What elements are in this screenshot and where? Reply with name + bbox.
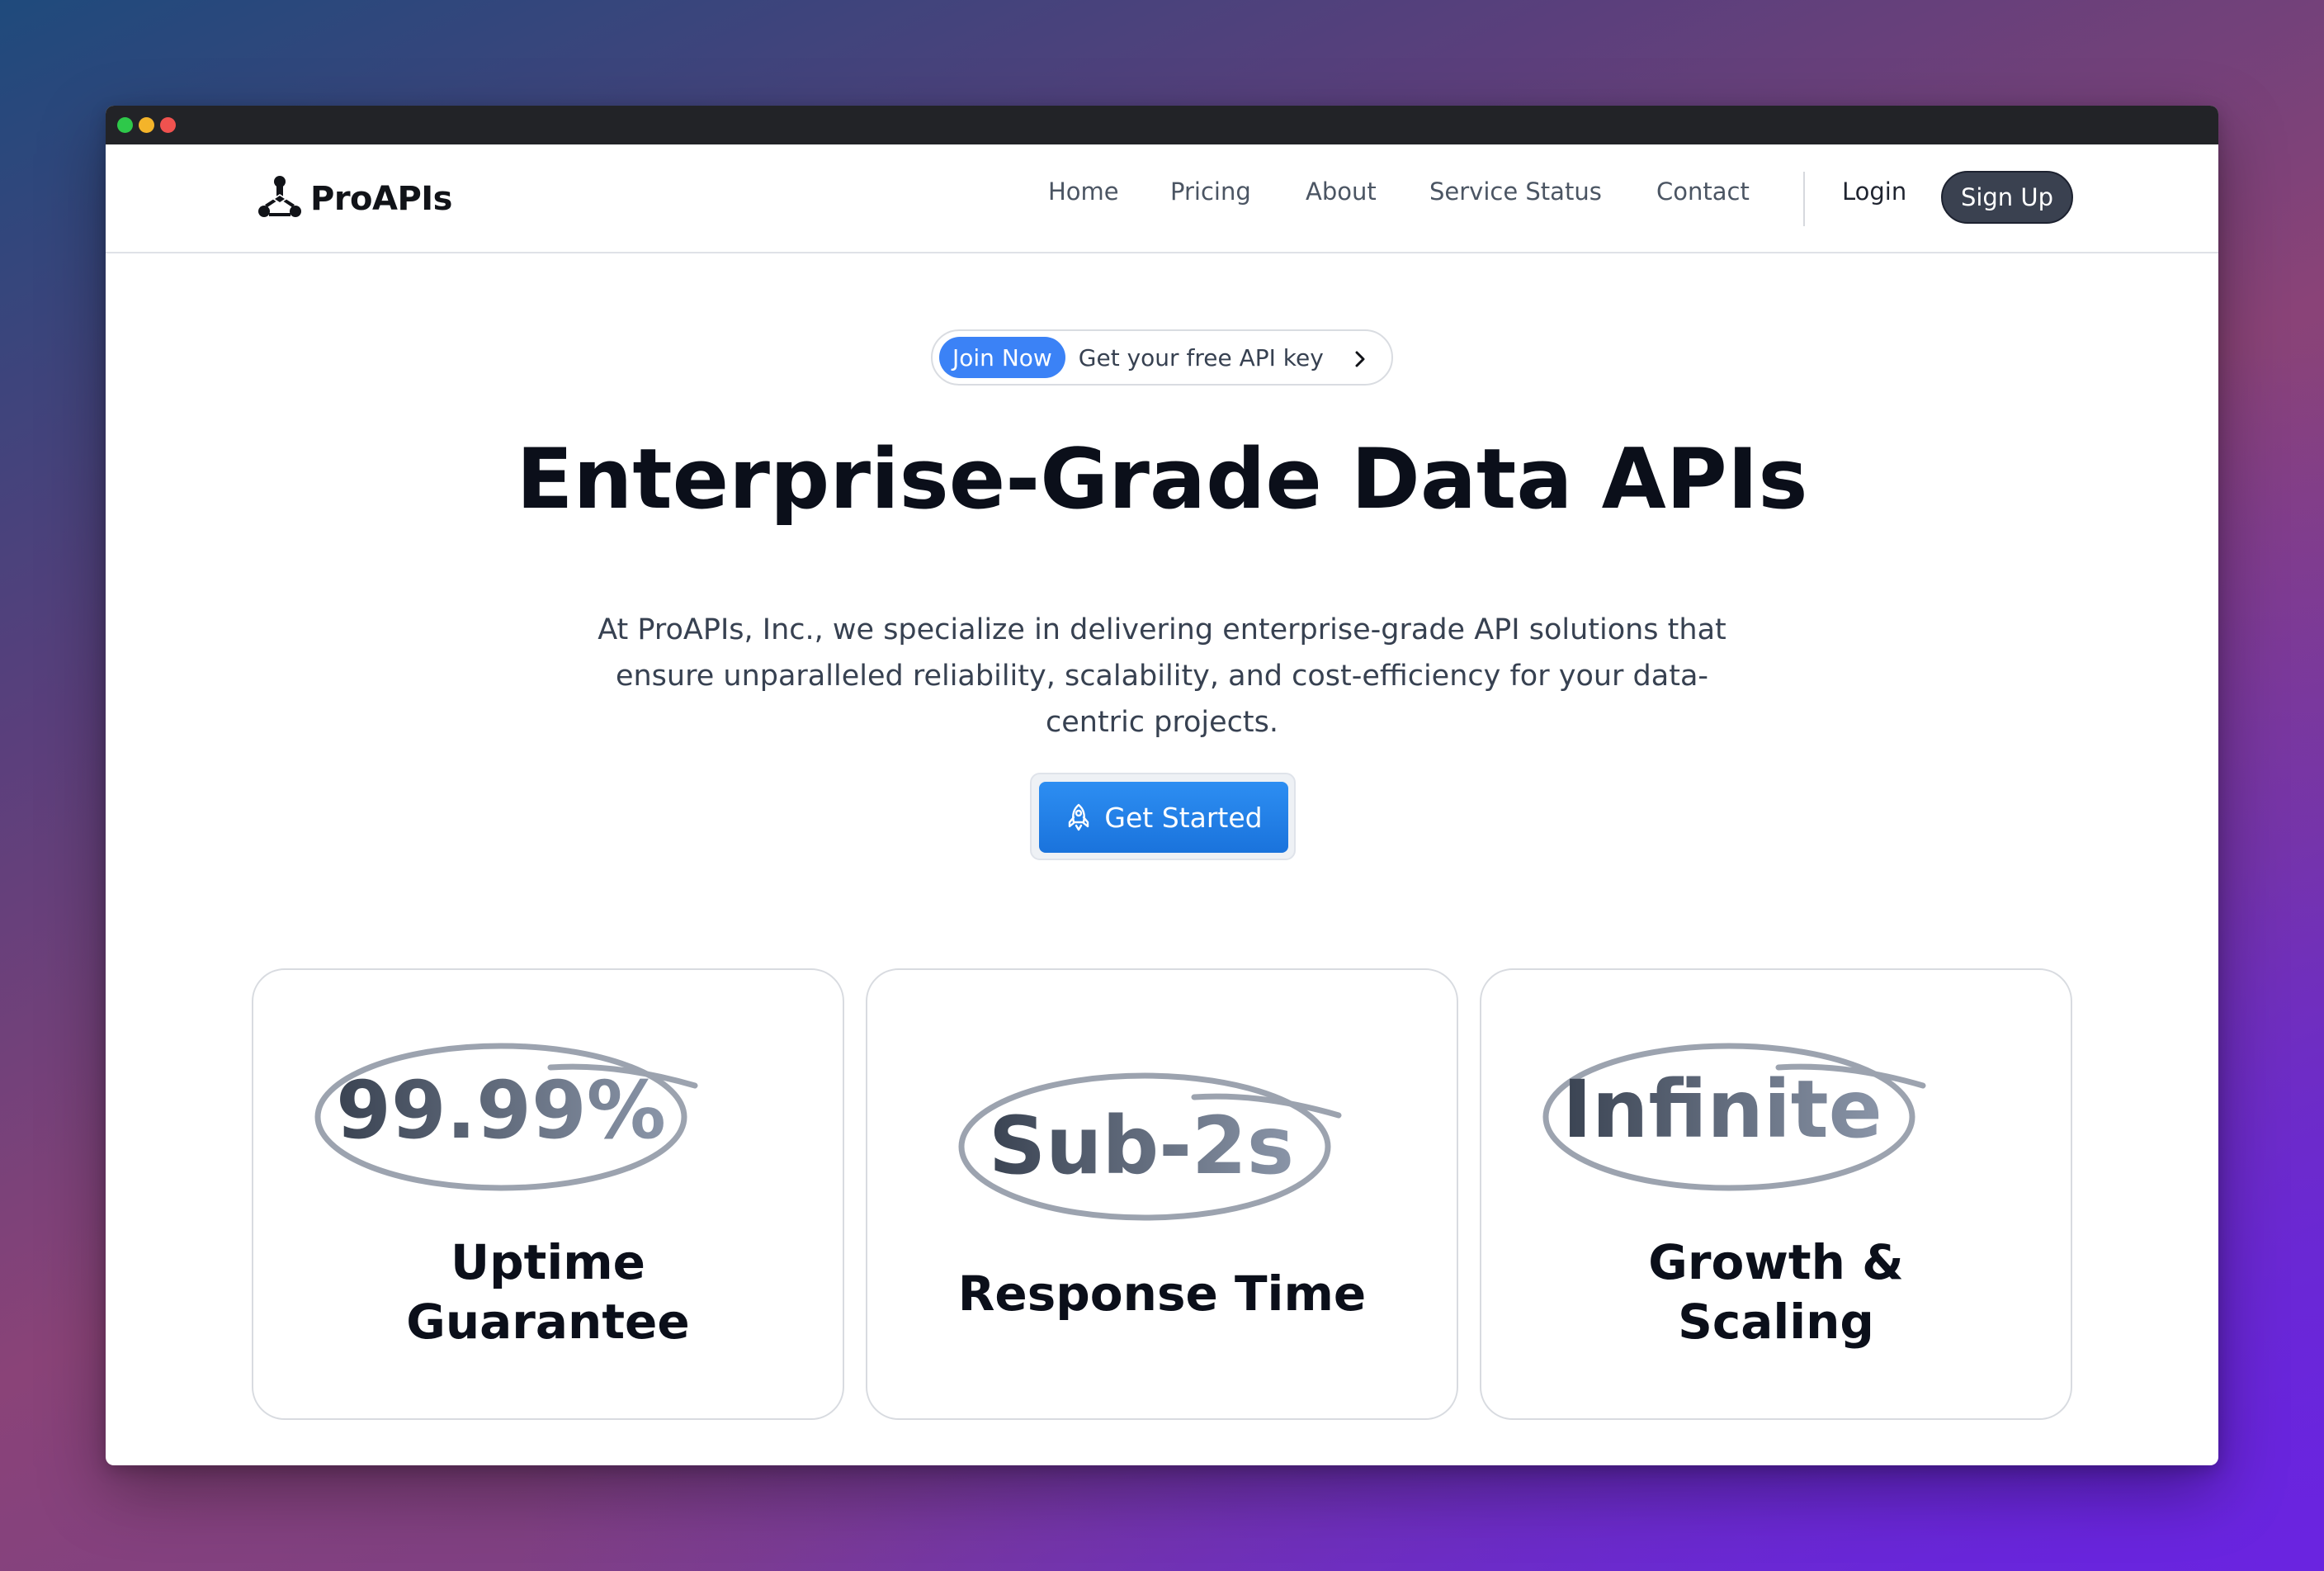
announcement-pill[interactable]: Join Now Get your free API key <box>931 329 1393 386</box>
window-close-button[interactable] <box>160 117 176 133</box>
stat-badge-uptime: 99.99% <box>303 1036 699 1193</box>
feature-label-text: Growth & Scaling <box>1648 1234 1904 1350</box>
stat-value: 99.99% <box>336 1064 666 1157</box>
login-link[interactable]: Login <box>1842 177 1906 206</box>
rocket-icon <box>1069 803 1089 831</box>
feature-label: Growth & Scaling <box>1481 1233 2071 1351</box>
feature-card-growth: Infinite Growth & Scaling <box>1480 968 2072 1420</box>
top-navbar: ProAPIs Home Pricing About Service Statu… <box>106 144 2218 253</box>
nav-link-about[interactable]: About <box>1306 177 1377 206</box>
brand-logo[interactable]: ProAPIs <box>256 174 453 224</box>
window-maximize-button[interactable] <box>117 117 133 133</box>
feature-label: Uptime Guarantee <box>253 1233 843 1351</box>
hero-title: Enterprise-Grade Data APIs <box>516 430 1808 528</box>
window-minimize-button[interactable] <box>139 117 154 133</box>
stat-badge-response: Sub-2s <box>947 1066 1343 1223</box>
get-started-button-ring: Get Started <box>1030 773 1296 860</box>
stat-badge-growth: Infinite <box>1531 1036 1927 1193</box>
join-now-badge: Join Now <box>939 337 1065 378</box>
get-started-button[interactable]: Get Started <box>1039 782 1288 853</box>
nav-link-contact[interactable]: Contact <box>1656 177 1750 206</box>
get-started-label: Get Started <box>1104 801 1263 834</box>
feature-card-response-time: Sub-2s Response Time <box>866 968 1458 1420</box>
browser-window: ProAPIs Home Pricing About Service Statu… <box>106 106 2218 1465</box>
triangle-node-logo-icon <box>258 176 301 217</box>
chevron-right-icon <box>1355 351 1365 367</box>
feature-label: Response Time <box>957 1266 1367 1322</box>
feature-label-text: Uptime Guarantee <box>406 1234 690 1350</box>
nav-divider <box>1803 172 1805 226</box>
hero-description: At ProAPIs, Inc., we specialize in deliv… <box>598 613 1726 739</box>
announcement-text: Get your free API key <box>1078 343 1324 371</box>
stat-value: Sub-2s <box>989 1100 1294 1192</box>
nav-link-service-status[interactable]: Service Status <box>1429 177 1602 206</box>
window-titlebar <box>106 106 2218 144</box>
stat-value: Infinite <box>1562 1063 1882 1156</box>
nav-link-home[interactable]: Home <box>1048 177 1119 206</box>
signup-button[interactable]: Sign Up <box>1941 171 2073 224</box>
brand-name: ProAPIs <box>310 180 453 218</box>
nav-link-pricing[interactable]: Pricing <box>1170 177 1251 206</box>
feature-card-uptime: 99.99% Uptime Guarantee <box>252 968 844 1420</box>
